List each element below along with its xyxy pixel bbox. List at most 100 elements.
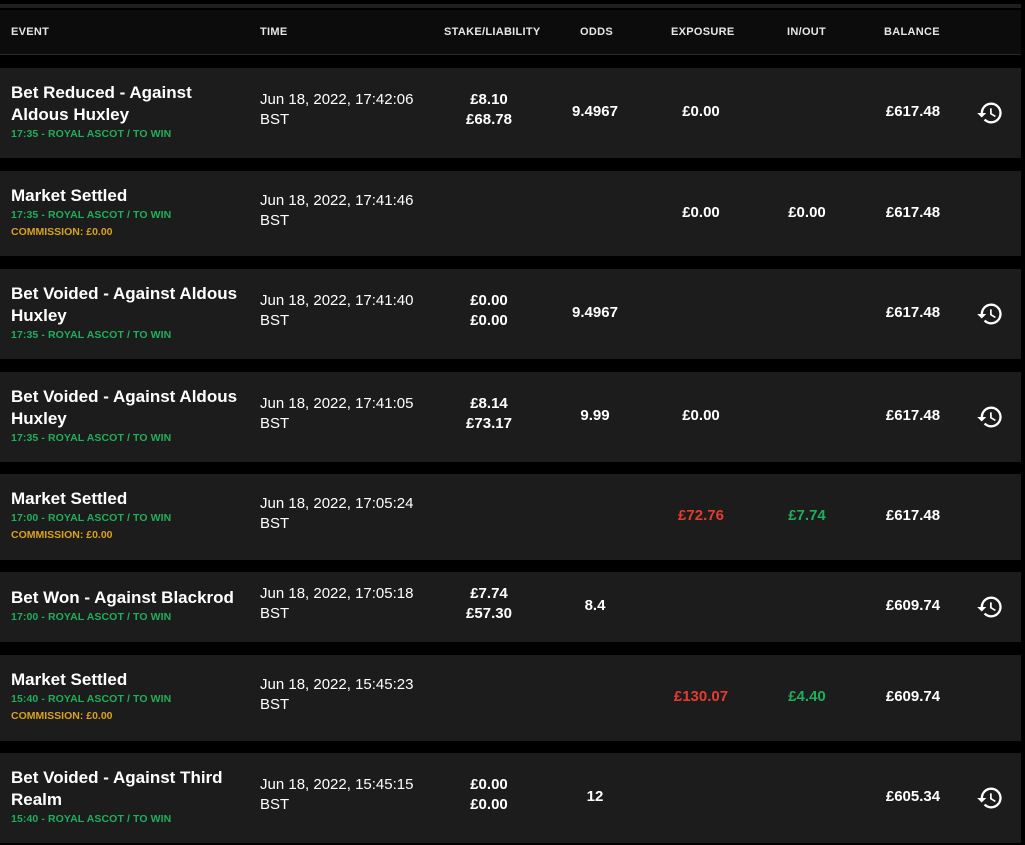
event-title: Bet Voided - Against Third Realm <box>11 768 223 809</box>
event-time: Jun 18, 2022, 17:41:40 BST <box>260 291 413 331</box>
event-title: Bet Reduced - Against Aldous Huxley <box>11 83 192 124</box>
table-row: Bet Voided - Against Third Realm 15:40 - … <box>0 753 1021 843</box>
time-value: Jun 18, 2022, 17:42:06 <box>260 91 414 108</box>
event-time: Jun 18, 2022, 17:05:24 BST <box>260 494 413 534</box>
table-row: Bet Voided - Against Aldous Huxley 17:35 … <box>0 269 1021 359</box>
time-zone: BST <box>260 515 290 532</box>
event-commission: COMMISSION: £0.00 <box>11 710 113 722</box>
header-exposure: EXPOSURE <box>671 26 735 38</box>
liability-value: £57.30 <box>466 605 512 622</box>
stake-value: £8.10 <box>470 91 508 108</box>
exposure-value: £0.00 <box>682 204 720 221</box>
time-zone: BST <box>260 696 290 713</box>
time-value: Jun 18, 2022, 17:41:46 <box>260 192 414 209</box>
time-zone: BST <box>260 605 290 622</box>
event-title: Market Settled <box>11 186 128 205</box>
table-header: EVENT TIME STAKE/LIABILITY ODDS EXPOSURE… <box>0 10 1021 55</box>
event-title: Bet Voided - Against Aldous Huxley <box>11 284 238 325</box>
stake-value: £0.00 <box>470 776 508 793</box>
odds-value: 12 <box>586 788 604 805</box>
header-time: TIME <box>260 26 288 38</box>
exposure-value: £72.76 <box>678 507 724 524</box>
time-zone: BST <box>260 415 290 432</box>
inout-value: £7.74 <box>788 507 826 524</box>
inout-value: £4.40 <box>788 688 826 705</box>
odds-value: 8.4 <box>584 597 606 614</box>
table-row: Market Settled 15:40 - ROYAL ASCOT / TO W… <box>0 655 1021 741</box>
event-market: 17:35 - ROYAL ASCOT / TO WIN <box>11 128 172 140</box>
top-divider <box>0 4 1021 8</box>
event-title: Bet Voided - Against Aldous Huxley <box>11 387 238 428</box>
exposure-value: £130.07 <box>673 688 729 705</box>
time-value: Jun 18, 2022, 17:41:40 <box>260 292 414 309</box>
header-event: EVENT <box>11 26 50 38</box>
event-time: Jun 18, 2022, 15:45:15 BST <box>260 775 413 815</box>
stake-liability: £7.74 £57.30 <box>430 584 548 624</box>
event-market: 17:35 - ROYAL ASCOT / TO WIN <box>11 432 172 444</box>
time-value: Jun 18, 2022, 15:45:15 <box>260 776 414 793</box>
event-time: Jun 18, 2022, 17:41:05 BST <box>260 394 413 434</box>
balance-value: £617.48 <box>885 204 941 221</box>
balance-value: £617.48 <box>885 407 941 424</box>
time-value: Jun 18, 2022, 17:05:18 <box>260 585 414 602</box>
activity-page: EVENT TIME STAKE/LIABILITY ODDS EXPOSURE… <box>0 0 1025 845</box>
odds-value: 9.4967 <box>572 304 618 321</box>
event-time: Jun 18, 2022, 17:05:18 BST <box>260 584 413 624</box>
time-value: Jun 18, 2022, 17:41:05 <box>260 395 414 412</box>
table-row: Market Settled 17:00 - ROYAL ASCOT / TO W… <box>0 474 1021 560</box>
balance-value: £609.74 <box>885 688 941 705</box>
header-balance: BALANCE <box>884 26 940 38</box>
event-title: Bet Won - Against Blackrod <box>11 588 234 607</box>
stake-liability: £8.10 £68.78 <box>430 90 548 130</box>
event-market: 17:35 - ROYAL ASCOT / TO WIN <box>11 329 172 341</box>
inout-value: £0.00 <box>788 204 826 221</box>
balance-value: £605.34 <box>885 788 941 805</box>
balance-value: £617.48 <box>885 507 941 524</box>
time-zone: BST <box>260 312 290 329</box>
stake-value: £7.74 <box>470 585 508 602</box>
event-market: 17:00 - ROYAL ASCOT / TO WIN <box>11 611 172 623</box>
event-time: Jun 18, 2022, 17:41:46 BST <box>260 191 413 231</box>
liability-value: £0.00 <box>470 312 508 329</box>
balance-value: £617.48 <box>885 304 941 321</box>
history-icon[interactable] <box>976 99 1004 127</box>
event-time: Jun 18, 2022, 17:42:06 BST <box>260 90 413 130</box>
exposure-value: £0.00 <box>682 103 720 120</box>
stake-liability: £0.00 £0.00 <box>430 291 548 331</box>
event-title: Market Settled <box>11 489 128 508</box>
table-row: Market Settled 17:35 - ROYAL ASCOT / TO W… <box>0 171 1021 256</box>
table-row: Bet Reduced - Against Aldous Huxley 17:35… <box>0 68 1021 158</box>
liability-value: £0.00 <box>470 796 508 813</box>
stake-liability: £0.00 £0.00 <box>430 775 548 815</box>
time-zone: BST <box>260 111 290 128</box>
time-zone: BST <box>260 796 290 813</box>
time-zone: BST <box>260 212 290 229</box>
exposure-value: £0.00 <box>682 407 720 424</box>
header-stake: STAKE/LIABILITY <box>444 26 541 38</box>
event-market: 15:40 - ROYAL ASCOT / TO WIN <box>11 693 172 705</box>
header-inout: IN/OUT <box>787 26 827 38</box>
stake-value: £0.00 <box>470 292 508 309</box>
header-odds: ODDS <box>580 26 613 38</box>
event-title: Market Settled <box>11 670 128 689</box>
table-row: Bet Won - Against Blackrod 17:00 - ROYAL … <box>0 572 1021 642</box>
odds-value: 9.4967 <box>572 103 618 120</box>
time-value: Jun 18, 2022, 15:45:23 <box>260 676 414 693</box>
event-time: Jun 18, 2022, 15:45:23 BST <box>260 675 413 715</box>
event-market: 15:40 - ROYAL ASCOT / TO WIN <box>11 813 172 825</box>
balance-value: £609.74 <box>885 597 941 614</box>
table-row: Bet Voided - Against Aldous Huxley 17:35 … <box>0 372 1021 462</box>
event-market: 17:35 - ROYAL ASCOT / TO WIN <box>11 209 172 221</box>
stake-value: £8.14 <box>470 395 508 412</box>
time-value: Jun 18, 2022, 17:05:24 <box>260 495 414 512</box>
event-market: 17:00 - ROYAL ASCOT / TO WIN <box>11 512 172 524</box>
history-icon[interactable] <box>976 784 1004 812</box>
balance-value: £617.48 <box>885 103 941 120</box>
odds-value: 9.99 <box>580 407 610 424</box>
liability-value: £68.78 <box>466 111 512 128</box>
history-icon[interactable] <box>976 593 1004 621</box>
liability-value: £73.17 <box>466 415 512 432</box>
stake-liability: £8.14 £73.17 <box>430 394 548 434</box>
history-icon[interactable] <box>976 403 1004 431</box>
history-icon[interactable] <box>976 300 1004 328</box>
